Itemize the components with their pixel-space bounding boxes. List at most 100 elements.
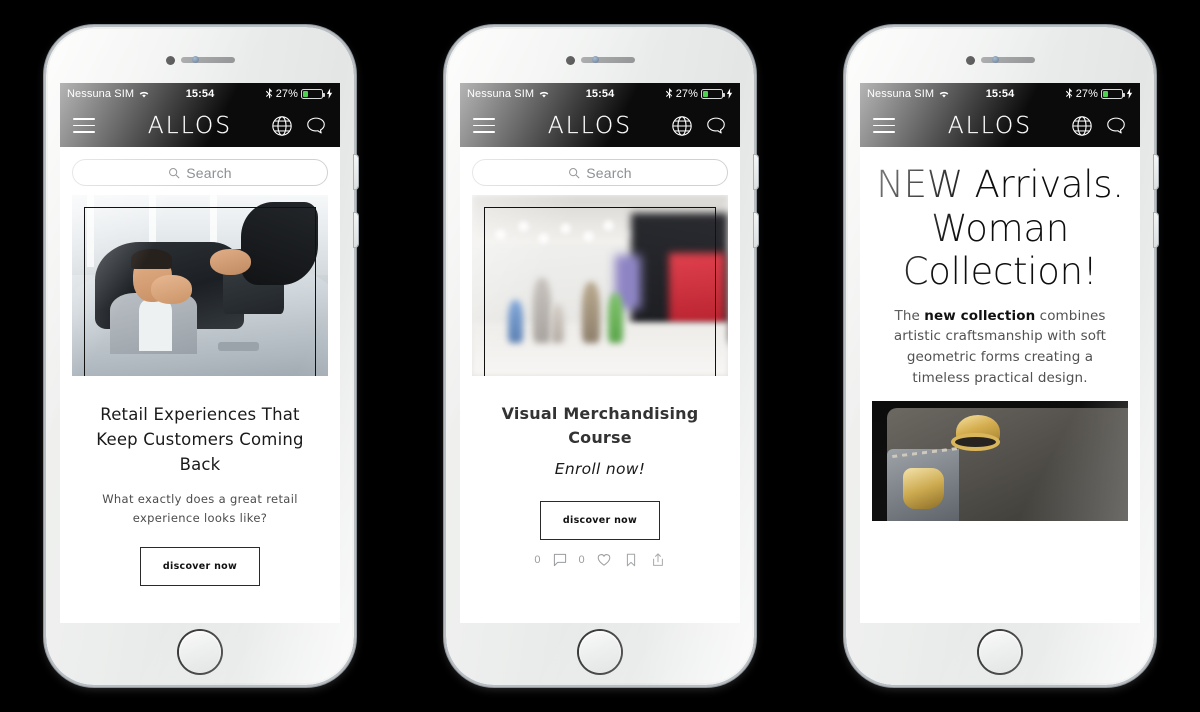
battery-percent-label: 27%: [275, 87, 299, 100]
bookmark-icon[interactable]: [623, 552, 639, 568]
app-bar: ALLOS: [460, 104, 740, 147]
phone-2-content: Search Visual Merchandising Course Enrol…: [460, 147, 740, 623]
front-camera: [192, 56, 199, 63]
body-lead: The: [894, 307, 925, 324]
volume-down-button[interactable]: [354, 213, 358, 247]
heart-icon[interactable]: [596, 552, 612, 568]
proximity-sensor: [165, 55, 175, 65]
home-button[interactable]: [579, 631, 621, 673]
home-button[interactable]: [979, 631, 1021, 673]
volume-up-button[interactable]: [754, 155, 758, 189]
brand-logo[interactable]: ALLOS: [95, 112, 271, 138]
like-count: 0: [578, 554, 585, 567]
globe-icon[interactable]: [671, 115, 693, 137]
hamburger-menu-icon[interactable]: [73, 118, 95, 133]
battery-icon: [301, 88, 326, 99]
lightning-bolt-icon: [326, 88, 333, 99]
phone-2-top-hardware: [446, 49, 754, 71]
phone-3-device: Nessuna SIM 15:54 27% ALLOS NEW Arrivals…: [846, 27, 1158, 685]
volume-down-button[interactable]: [1154, 213, 1158, 247]
front-camera: [592, 56, 599, 63]
battery-fill: [303, 90, 309, 97]
hero-image: [472, 195, 728, 376]
bluetooth-icon: [665, 87, 672, 99]
clock: 15:54: [985, 87, 1015, 100]
proximity-sensor: [565, 55, 575, 65]
card-subtitle: Enroll now!: [554, 459, 646, 478]
battery-percent-label: 27%: [1075, 87, 1099, 100]
chat-bubble-icon[interactable]: [305, 115, 327, 137]
card-title: Visual Merchandising Course: [501, 404, 699, 448]
share-icon[interactable]: [650, 552, 666, 568]
volume-up-button[interactable]: [1154, 155, 1158, 189]
phone-3-content: NEW Arrivals. Woman Collection! The new …: [860, 147, 1140, 623]
phone-1-card: Retail Experiences That Keep Customers C…: [60, 376, 340, 587]
carrier-label: Nessuna SIM: [67, 87, 135, 100]
discover-now-button[interactable]: discover now: [139, 547, 261, 587]
bluetooth-icon: [265, 87, 272, 99]
phone-3-top-hardware: [846, 49, 1154, 71]
battery-icon: [701, 88, 726, 99]
search-input[interactable]: Search: [472, 159, 728, 186]
hero-image: [72, 195, 328, 376]
phone-1-content: Search Retail Experiences That Keep Cust…: [60, 147, 340, 623]
app-bar: ALLOS: [860, 104, 1140, 147]
globe-icon[interactable]: [1071, 115, 1093, 137]
status-bar: Nessuna SIM 15:54 27%: [460, 83, 740, 104]
bluetooth-icon: [1065, 87, 1072, 99]
status-bar: Nessuna SIM 15:54 27%: [860, 83, 1140, 104]
volume-up-button[interactable]: [354, 155, 358, 189]
phone-2-device: Nessuna SIM 15:54 27% ALLOS Search Visua…: [446, 27, 758, 685]
card-subtitle: What exactly does a great retail experie…: [102, 492, 298, 525]
search-section: Search: [460, 147, 740, 195]
search-input[interactable]: Search: [72, 159, 328, 186]
discover-now-button[interactable]: discover now: [539, 501, 661, 541]
home-button[interactable]: [179, 631, 221, 673]
phone-1-device: Nessuna SIM 15:54 27% ALLOS Search Retai…: [46, 27, 358, 685]
chat-bubble-icon[interactable]: [705, 115, 727, 137]
volume-down-button[interactable]: [754, 213, 758, 247]
wifi-icon: [939, 91, 949, 97]
wifi-icon: [539, 91, 549, 97]
hamburger-menu-icon[interactable]: [473, 118, 495, 133]
body-bold: new collection: [924, 307, 1036, 324]
search-icon: [569, 167, 580, 179]
front-camera: [992, 56, 999, 63]
brand-logo[interactable]: ALLOS: [495, 112, 671, 138]
battery-percent-label: 27%: [675, 87, 699, 100]
social-action-bar: 0 0: [460, 540, 740, 576]
battery-fill: [703, 90, 709, 97]
comment-bubble-icon[interactable]: [552, 552, 568, 568]
app-bar: ALLOS: [60, 104, 340, 147]
promo-headline: NEW Arrivals. Woman Collection!: [876, 163, 1124, 294]
phone-3-screen: Nessuna SIM 15:54 27% ALLOS NEW Arrivals…: [860, 83, 1140, 623]
shopping-mall-photo: [472, 195, 728, 376]
product-image: [872, 401, 1128, 522]
leather-handbag-photo: [872, 401, 1128, 522]
battery-fill: [1103, 90, 1109, 97]
globe-icon[interactable]: [271, 115, 293, 137]
lightning-bolt-icon: [726, 88, 733, 99]
carrier-label: Nessuna SIM: [467, 87, 535, 100]
search-icon: [169, 167, 180, 179]
clock: 15:54: [185, 87, 215, 100]
search-placeholder: Search: [186, 164, 232, 181]
earpiece-speaker: [180, 57, 235, 63]
phone-mockup-stage: Nessuna SIM 15:54 27% ALLOS Search Retai…: [0, 0, 1200, 712]
proximity-sensor: [965, 55, 975, 65]
lightning-bolt-icon: [1126, 88, 1133, 99]
phone-1-top-hardware: [46, 49, 354, 71]
phone-2-screen: Nessuna SIM 15:54 27% ALLOS Search Visua…: [460, 83, 740, 623]
phone-2-card: Visual Merchandising Course Enroll now! …: [460, 376, 740, 541]
carrier-label: Nessuna SIM: [867, 87, 935, 100]
phone-1-screen: Nessuna SIM 15:54 27% ALLOS Search Retai…: [60, 83, 340, 623]
car-dealership-photo: [72, 195, 328, 376]
clock: 15:54: [585, 87, 615, 100]
wifi-icon: [139, 91, 149, 97]
chat-bubble-icon[interactable]: [1105, 115, 1127, 137]
search-placeholder: Search: [586, 164, 632, 181]
brand-logo[interactable]: ALLOS: [895, 112, 1071, 138]
promo-body: The new collection combines artistic cra…: [860, 294, 1140, 388]
earpiece-speaker: [580, 57, 635, 63]
hamburger-menu-icon[interactable]: [873, 118, 895, 133]
